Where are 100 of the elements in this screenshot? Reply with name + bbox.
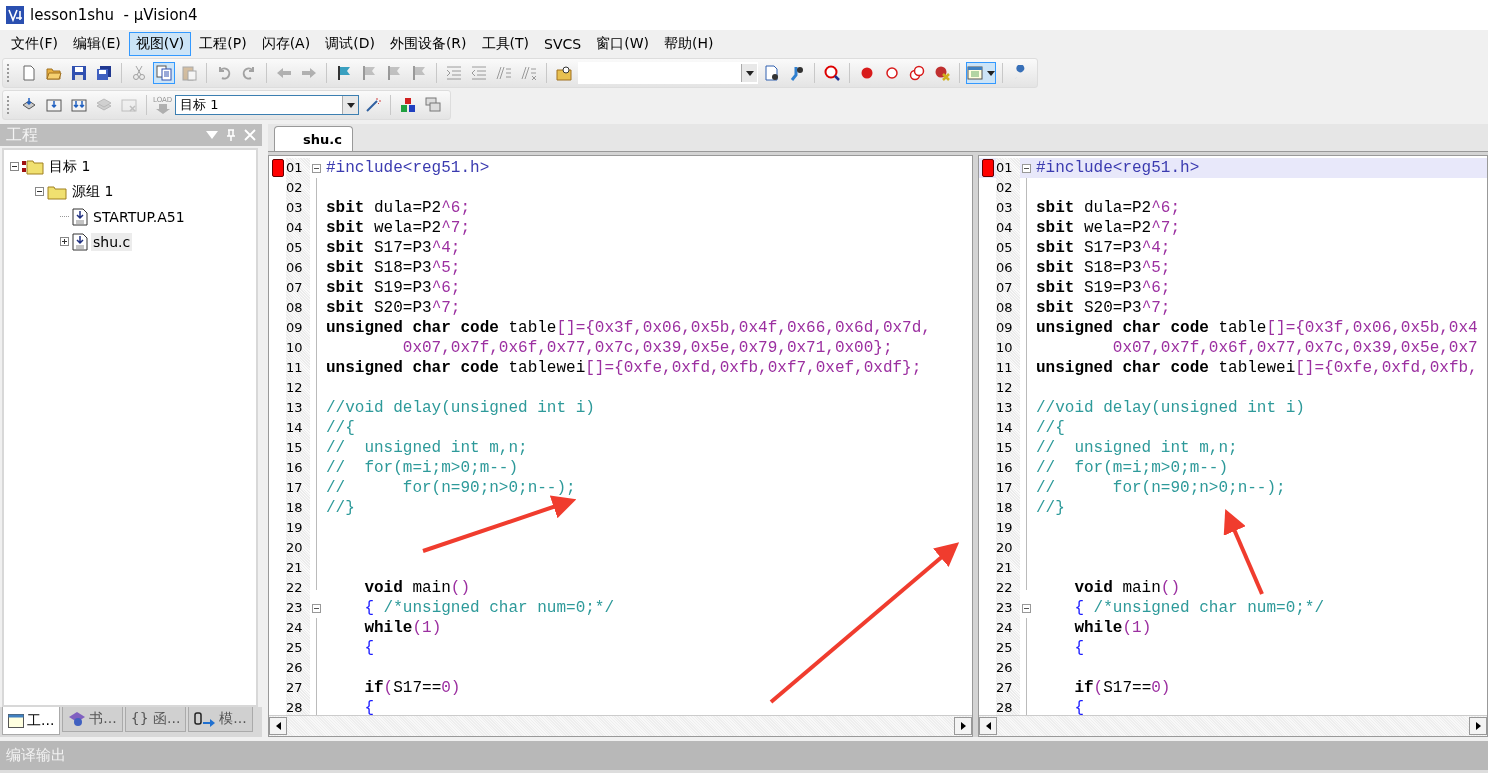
tree-expander[interactable] (10, 162, 19, 171)
tree-item[interactable]: 源组 1 (70, 181, 116, 202)
code-line: { (1073, 639, 1084, 657)
scroll-left-icon[interactable] (275, 722, 281, 730)
menu-item[interactable]: 外围设备(R) (382, 31, 474, 56)
minus-icon (313, 167, 319, 169)
line-number: 27 (286, 678, 310, 698)
code-line: // for(n=90;n>0;n--); (326, 479, 576, 497)
code-line: #include<reg51.h> (1036, 159, 1200, 177)
dropdown-caret-icon (987, 70, 995, 76)
file-tab[interactable]: shu.c (274, 126, 353, 151)
code-line: // for(m=i;m>0;m--) (1036, 459, 1229, 477)
line-number: 09 (996, 318, 1020, 338)
panel-tab[interactable]: 模... (188, 707, 253, 732)
line-number: 19 (286, 518, 310, 538)
menu-item[interactable]: 调试(D) (318, 31, 382, 56)
panel-tab[interactable]: {} 函... (124, 707, 187, 732)
copy-icon (156, 65, 172, 81)
line-number: 05 (286, 238, 310, 258)
menu-item[interactable]: 视图(V) (128, 31, 192, 56)
scroll-right-icon[interactable] (960, 722, 966, 730)
menu-item[interactable]: 工具(T) (474, 31, 537, 56)
left-arrow-icon (276, 65, 292, 81)
code-line: sbit wela=P2^7; (1036, 219, 1181, 237)
code-line: void main() (1073, 579, 1181, 597)
code-line: //void delay(unsigned int i) (1036, 399, 1305, 417)
menu-item[interactable]: 文件(F) (4, 31, 65, 56)
minus-icon (313, 607, 319, 609)
line-number: 02 (996, 178, 1020, 198)
line-number: 14 (286, 418, 310, 438)
code-line: // for(n=90;n>0;n--); (1036, 479, 1286, 497)
menu-item[interactable]: SVCS (537, 32, 589, 55)
tree-expander[interactable] (60, 237, 69, 246)
code-line: // unsigned int m,n; (326, 439, 528, 457)
line-number: 20 (286, 538, 310, 558)
scroll-left-icon[interactable] (985, 722, 991, 730)
code-line: unsigned char code table[]={0x3f,0x06,0x5b,0x4f,0x66,0x6d,0x7d, (326, 319, 931, 337)
fold-toggle[interactable] (1021, 603, 1031, 613)
search-folder-icon (556, 65, 572, 81)
horizontal-scrollbar[interactable] (269, 715, 972, 736)
find-combo-field[interactable] (578, 62, 758, 84)
source-file-icon (72, 232, 88, 251)
fold-toggle[interactable] (1021, 163, 1031, 173)
stacked-layers-icon (96, 97, 112, 113)
menu-item[interactable]: 帮助(H) (656, 31, 721, 56)
line-number: 05 (996, 238, 1020, 258)
debug-magnifier-icon (824, 65, 840, 81)
panel-tab[interactable]: 书... (62, 707, 123, 732)
menu-item[interactable]: 工程(P) (192, 31, 254, 56)
tree-item[interactable]: STARTUP.A51 (91, 207, 187, 226)
fold-toggle[interactable] (311, 163, 321, 173)
line-number: 22 (286, 578, 310, 598)
right-arrow-icon (301, 65, 317, 81)
tree-item[interactable]: 目标 1 (47, 156, 93, 177)
line-number: 27 (996, 678, 1020, 698)
minus-icon (1023, 607, 1029, 609)
horizontal-scrollbar[interactable] (979, 715, 1487, 736)
line-number: 28 (286, 698, 310, 715)
menu-item[interactable]: 编辑(E) (66, 31, 128, 56)
code-line: 0x07,0x7f,0x6f,0x77,0x7c,0x39,0x5e,0x79,0x71,0x00}; (401, 339, 893, 357)
line-number: 14 (996, 418, 1020, 438)
tree-expander[interactable] (35, 187, 44, 196)
save-all-icon (96, 65, 112, 81)
code-line: //{ (326, 419, 355, 437)
rebuild-icon (71, 97, 87, 113)
scroll-right-icon[interactable] (1475, 722, 1481, 730)
magic-wand-icon (365, 97, 382, 113)
line-number: 21 (286, 558, 310, 578)
code-line: sbit S17=P3^4; (1036, 239, 1171, 257)
flag-icon (361, 65, 377, 81)
target-select[interactable]: 目标 1 (175, 95, 360, 115)
line-number: 09 (286, 318, 310, 338)
line-number: 02 (286, 178, 310, 198)
line-number: 12 (286, 378, 310, 398)
line-number: 20 (996, 538, 1020, 558)
code-line: unsigned char code tablewei[]={0xfe,0xfd,0xfb, (1036, 359, 1478, 377)
code-line: { /*unsigned char num=0;*/ (363, 599, 615, 617)
line-number: 18 (996, 498, 1020, 518)
line-number: 07 (286, 278, 310, 298)
fold-toggle[interactable] (311, 603, 321, 613)
project-window-icon (8, 713, 24, 728)
line-number: 07 (996, 278, 1020, 298)
panel-tab[interactable]: 工... (2, 707, 61, 735)
window-title: lesson1shu - µVision4 (30, 6, 198, 24)
line-number: 06 (286, 258, 310, 278)
line-number: 21 (996, 558, 1020, 578)
code-line: sbit dula=P2^6; (1036, 199, 1181, 217)
menu-item[interactable]: 窗口(W) (589, 31, 656, 56)
tree-item[interactable]: shu.c (91, 232, 133, 251)
code-line: sbit S18=P3^5; (326, 259, 461, 277)
line-number: 28 (996, 698, 1020, 715)
menu-item[interactable]: 闪存(A) (254, 31, 318, 56)
flag-icon (336, 65, 352, 81)
line-number: 08 (996, 298, 1020, 318)
code-line: sbit dula=P2^6; (326, 199, 471, 217)
line-number: 18 (286, 498, 310, 518)
app-logo-icon (6, 6, 24, 24)
minus-icon (12, 164, 17, 169)
line-number: 15 (286, 438, 310, 458)
line-number: 11 (286, 358, 310, 378)
